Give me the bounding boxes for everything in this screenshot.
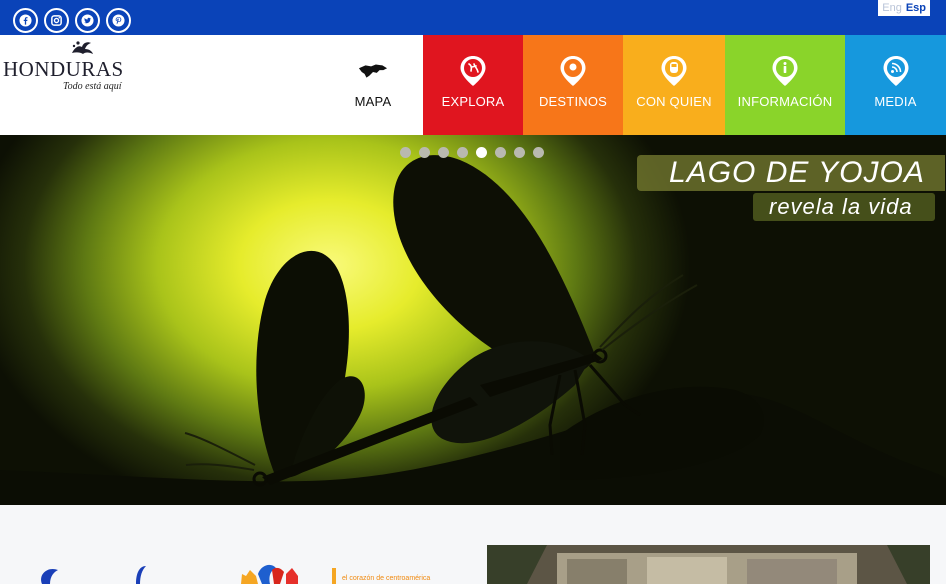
instagram-icon[interactable] (44, 8, 69, 33)
nav-explora-label: EXPLORA (441, 94, 505, 109)
logo-text: HONDURAS (3, 57, 124, 81)
slider-dot[interactable] (495, 147, 506, 158)
slider-dot[interactable] (514, 147, 525, 158)
hero-title: LAGO DE YOJOA (637, 155, 945, 191)
pinterest-icon[interactable] (106, 8, 131, 33)
slider-dots (400, 147, 544, 158)
slider-dot[interactable] (438, 147, 449, 158)
page: Eng Esp HONDURAS Todo está aquí MAPA EXP… (0, 0, 946, 584)
destinos-pin-icon (558, 55, 588, 87)
facebook-icon[interactable] (13, 8, 38, 33)
con-quien-pin-icon (659, 55, 689, 87)
informacion-pin-icon (770, 55, 800, 87)
nav-informacion-label: INFORMACIÓN (737, 94, 833, 109)
nav-destinos-label: DESTINOS (538, 94, 608, 109)
honduras-map-icon (358, 55, 388, 87)
hero-subtitle: revela la vida (753, 193, 935, 221)
logo-tagline: Todo está aquí (63, 81, 122, 92)
partner-tagline: el corazón de centroamérica (342, 575, 431, 582)
slider-dot[interactable] (419, 147, 430, 158)
top-bar: Eng Esp (0, 0, 946, 35)
nav-informacion[interactable]: INFORMACIÓN (725, 35, 845, 135)
nav-con-quien[interactable]: CON QUIEN (623, 35, 725, 135)
explora-pin-icon (458, 55, 488, 87)
slider-dot[interactable] (400, 147, 411, 158)
nav-media-label: MEDIA (874, 94, 917, 109)
honduras-logo[interactable]: HONDURAS Todo está aquí (3, 39, 133, 99)
lang-esp-link[interactable]: Esp (906, 2, 926, 14)
nav-mapa[interactable]: MAPA (323, 35, 423, 135)
header: HONDURAS Todo está aquí MAPA EXPLORA DES… (0, 35, 946, 135)
nav-explora[interactable]: EXPLORA (423, 35, 523, 135)
media-pin-icon (881, 55, 911, 87)
slider-dot[interactable] (457, 147, 468, 158)
lang-eng-link[interactable]: Eng (882, 2, 902, 14)
nav-con-quien-label: CON QUIEN (636, 94, 712, 109)
nav-media[interactable]: MEDIA (845, 35, 946, 135)
slider-dot-active[interactable] (476, 147, 487, 158)
language-switcher: Eng Esp (878, 0, 930, 16)
featured-photo-thumbnail[interactable] (487, 545, 930, 584)
slider-dot[interactable] (533, 147, 544, 158)
social-links (13, 8, 131, 33)
twitter-icon[interactable] (75, 8, 100, 33)
nav-destinos[interactable]: DESTINOS (523, 35, 623, 135)
nav-mapa-label: MAPA (354, 94, 392, 109)
hero-slider[interactable]: LAGO DE YOJOA revela la vida (0, 135, 946, 505)
